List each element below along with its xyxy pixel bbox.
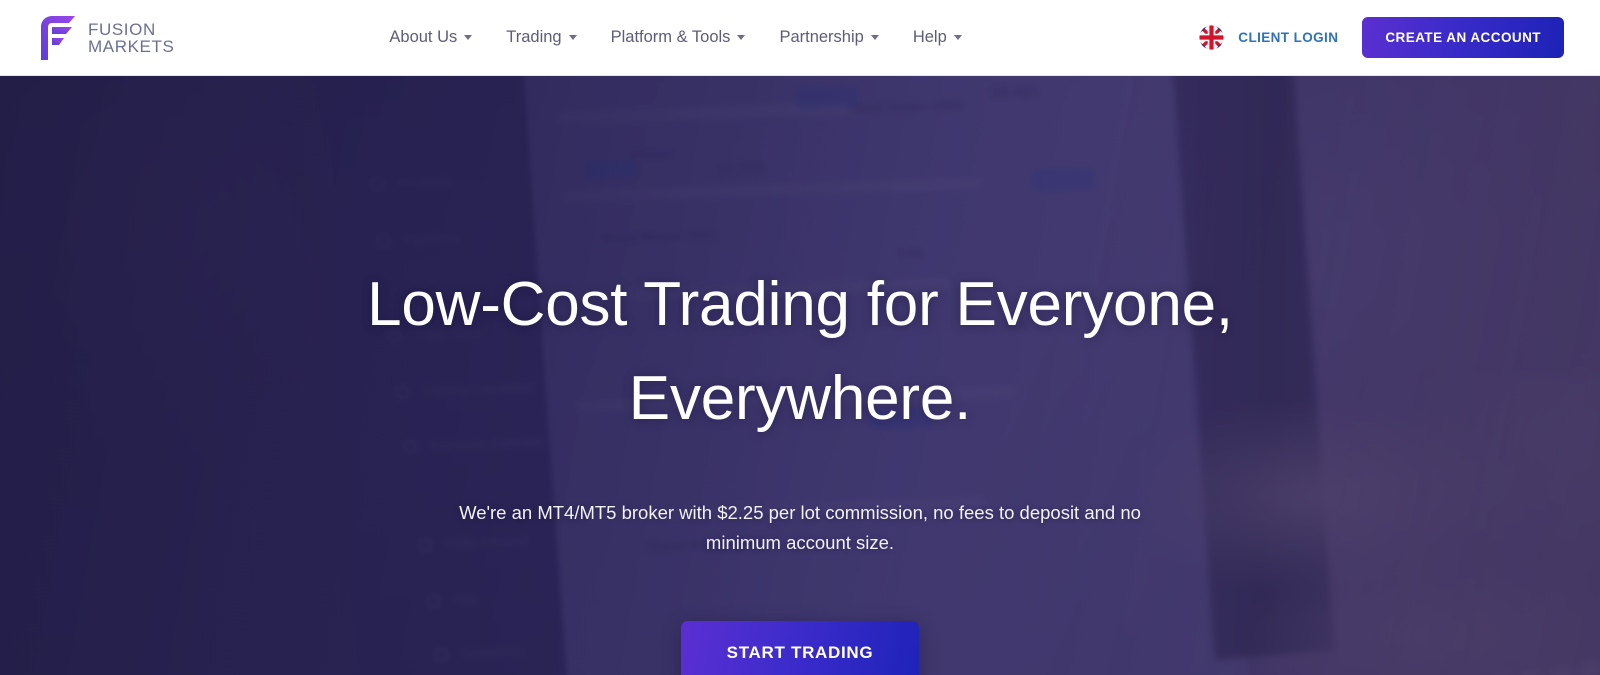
client-login-link[interactable]: CLIENT LOGIN — [1238, 30, 1338, 45]
nav-label: Partnership — [779, 28, 864, 46]
nav-label: Help — [912, 28, 947, 46]
start-trading-button[interactable]: START TRADING — [680, 620, 920, 675]
nav-label: Trading — [506, 28, 562, 46]
nav-item-help[interactable]: Help — [913, 28, 962, 47]
hero-section: Accounts Payments Trade Ideas Trading Ca… — [0, 76, 1600, 675]
hero-title-line-2: Everywhere. — [628, 364, 972, 434]
chevron-down-icon — [568, 35, 577, 40]
site-header: FUSION MARKETS About Us Trading Platform… — [0, 0, 1600, 76]
chevron-down-icon — [464, 35, 473, 40]
chevron-down-icon — [953, 35, 962, 40]
nav-item-partnership[interactable]: Partnership — [779, 28, 879, 47]
hero-content: Low-Cost Trading for Everyone, Everywher… — [0, 76, 1600, 675]
nav-label: Platform & Tools — [610, 28, 731, 46]
chevron-down-icon — [870, 35, 879, 40]
brand-line-1: FUSION — [88, 19, 156, 39]
create-an-account-button[interactable]: CREATE AN ACCOUNT — [1362, 17, 1564, 58]
hero-title: Low-Cost Trading for Everyone, Everywher… — [367, 258, 1233, 446]
brand-logo[interactable]: FUSION MARKETS — [38, 15, 174, 61]
nav-item-about-us[interactable]: About Us — [389, 28, 473, 47]
nav-item-trading[interactable]: Trading — [506, 28, 577, 47]
hero-subtitle: We're an MT4/MT5 broker with $2.25 per l… — [459, 502, 1141, 553]
hero-title-line-1: Low-Cost Trading for Everyone, — [367, 270, 1233, 339]
uk-flag-icon[interactable] — [1199, 25, 1224, 50]
brand-line-2: MARKETS — [88, 36, 175, 56]
chevron-down-icon — [737, 35, 746, 40]
header-actions: CLIENT LOGIN CREATE AN ACCOUNT — [1199, 17, 1564, 58]
nav-label: About Us — [389, 28, 458, 46]
brand-wordmark: FUSION MARKETS — [88, 21, 174, 55]
nav-item-platform-and-tools[interactable]: Platform & Tools — [611, 28, 746, 47]
main-navigation: About Us Trading Platform & Tools Partne… — [389, 28, 962, 47]
fusion-f-logo-icon — [38, 15, 78, 61]
